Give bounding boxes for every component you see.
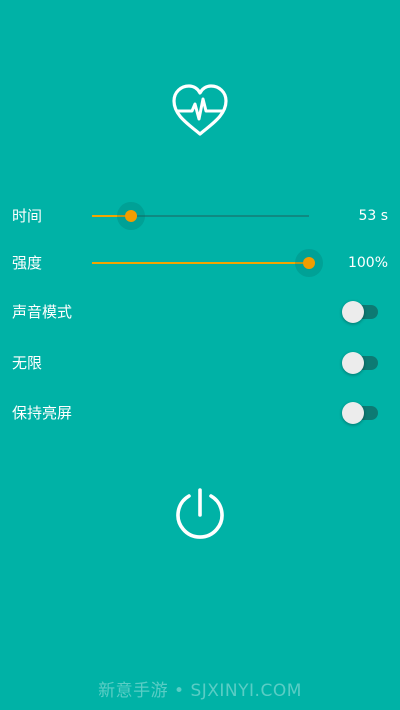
keep-screen-on-label: 保持亮屏 bbox=[12, 404, 73, 422]
sound-mode-toggle-knob bbox=[342, 301, 364, 323]
unlimited-label: 无限 bbox=[12, 354, 43, 372]
power-icon[interactable] bbox=[172, 487, 228, 543]
time-setting-row: 时间 53 s bbox=[0, 200, 400, 232]
time-value: 53 s bbox=[358, 208, 388, 224]
intensity-value: 100% bbox=[347, 255, 388, 271]
sound-mode-row: 声音模式 bbox=[0, 296, 400, 328]
sound-mode-toggle[interactable] bbox=[342, 301, 378, 323]
watermark: 新意手游 • SJXINYI.COM bbox=[98, 681, 302, 701]
keep-screen-on-row: 保持亮屏 bbox=[0, 397, 400, 429]
intensity-setting-row: 强度 100% bbox=[0, 247, 400, 279]
keep-screen-on-toggle[interactable] bbox=[342, 402, 378, 424]
intensity-slider[interactable] bbox=[92, 257, 315, 269]
time-slider[interactable] bbox=[92, 210, 309, 222]
heart-pulse-icon bbox=[172, 84, 228, 136]
unlimited-toggle-knob bbox=[342, 352, 364, 374]
keep-screen-on-toggle-knob bbox=[342, 402, 364, 424]
time-slider-thumb[interactable] bbox=[125, 210, 138, 222]
time-label: 时间 bbox=[12, 207, 43, 225]
intensity-slider-thumb[interactable] bbox=[303, 257, 315, 269]
unlimited-toggle[interactable] bbox=[342, 352, 378, 374]
unlimited-row: 无限 bbox=[0, 347, 400, 379]
intensity-label: 强度 bbox=[12, 254, 43, 272]
intensity-slider-fill bbox=[92, 262, 309, 264]
sound-mode-label: 声音模式 bbox=[12, 303, 73, 321]
